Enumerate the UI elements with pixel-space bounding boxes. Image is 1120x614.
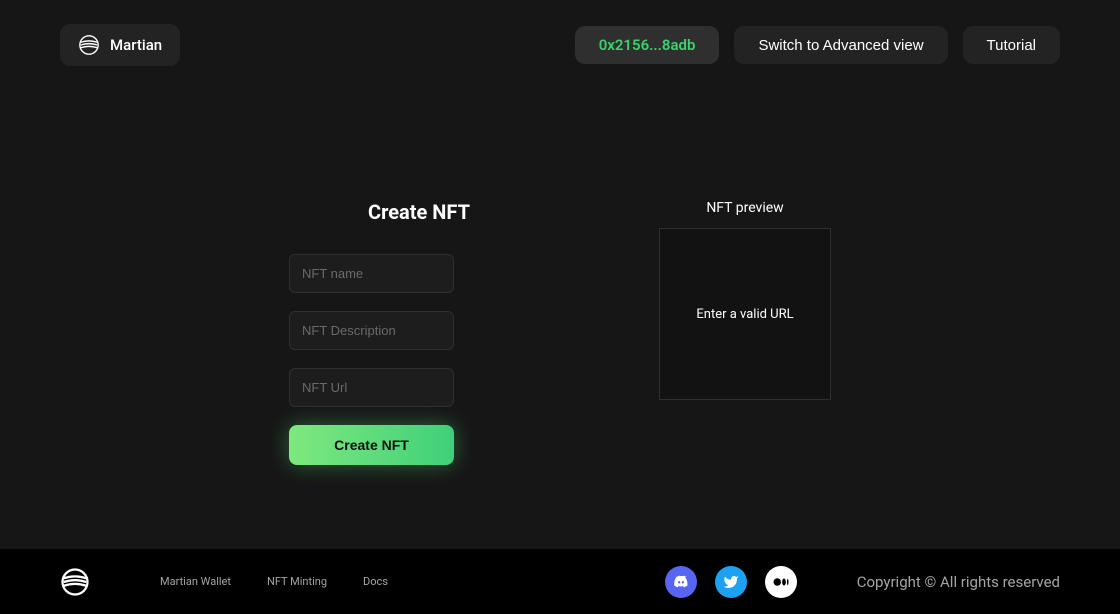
nft-url-input[interactable] xyxy=(289,368,454,407)
nft-name-input[interactable] xyxy=(289,254,454,293)
twitter-icon xyxy=(723,574,739,590)
twitter-link[interactable] xyxy=(715,566,747,598)
brand-label: Martian xyxy=(110,36,162,54)
header-right: 0x2156...8adb Switch to Advanced view Tu… xyxy=(575,26,1060,64)
wallet-address-pill[interactable]: 0x2156...8adb xyxy=(575,26,720,64)
create-nft-button[interactable]: Create NFT xyxy=(289,425,454,465)
form-title: Create NFT xyxy=(368,200,470,224)
nft-preview-panel: NFT preview Enter a valid URL xyxy=(659,200,831,465)
footer: Martian Wallet NFT Minting Docs xyxy=(0,549,1120,614)
preview-title: NFT preview xyxy=(706,200,783,216)
footer-logo-icon xyxy=(60,567,90,597)
copyright-text: Copyright © All rights reserved xyxy=(857,573,1060,591)
martian-logo-icon xyxy=(78,34,100,56)
main-content: Create NFT Create NFT NFT preview Enter … xyxy=(0,90,1120,465)
nft-description-input[interactable] xyxy=(289,311,454,350)
tutorial-button[interactable]: Tutorial xyxy=(963,26,1060,64)
preview-box: Enter a valid URL xyxy=(659,228,831,400)
footer-link-wallet[interactable]: Martian Wallet xyxy=(160,575,231,588)
discord-link[interactable] xyxy=(665,566,697,598)
footer-link-docs[interactable]: Docs xyxy=(363,575,388,588)
header: Martian 0x2156...8adb Switch to Advanced… xyxy=(0,0,1120,90)
social-links xyxy=(665,566,797,598)
advanced-view-button[interactable]: Switch to Advanced view xyxy=(734,26,947,64)
medium-icon xyxy=(772,573,790,591)
preview-empty-message: Enter a valid URL xyxy=(696,307,793,322)
medium-link[interactable] xyxy=(765,566,797,598)
brand-button[interactable]: Martian xyxy=(60,24,180,66)
footer-link-minting[interactable]: NFT Minting xyxy=(267,575,327,588)
footer-links: Martian Wallet NFT Minting Docs xyxy=(160,575,388,588)
footer-left: Martian Wallet NFT Minting Docs xyxy=(60,567,388,597)
create-nft-form: Create NFT Create NFT xyxy=(289,200,549,465)
discord-icon xyxy=(672,573,690,591)
footer-right: Copyright © All rights reserved xyxy=(665,566,1060,598)
